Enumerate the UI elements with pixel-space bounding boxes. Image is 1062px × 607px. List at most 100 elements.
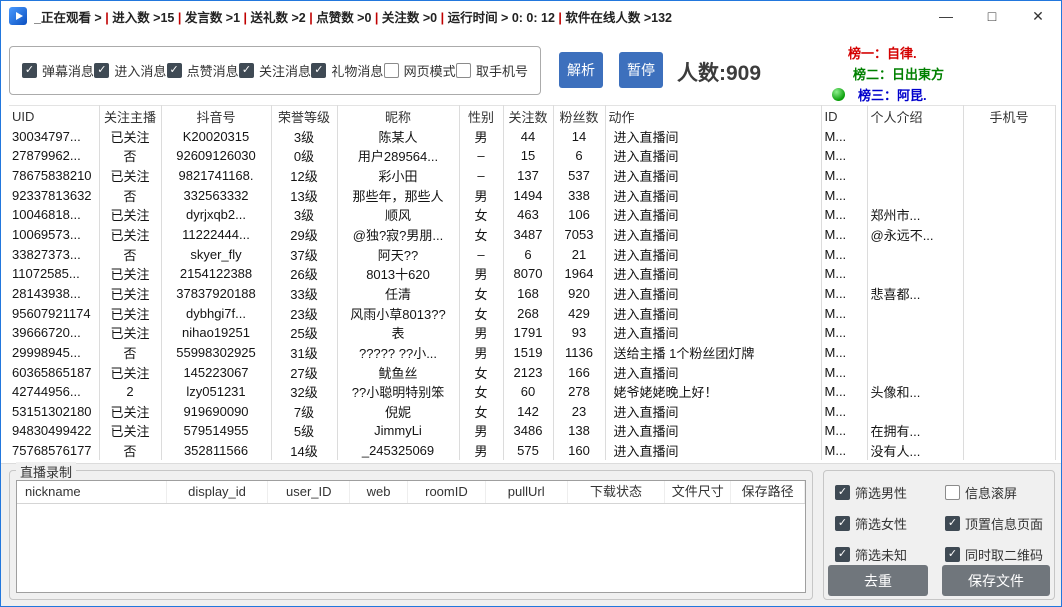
table-row[interactable]: 42744956...2lzy05123132级??小聪明特别笨女60278姥爷…: [9, 382, 1055, 402]
qr-code-checkbox-box[interactable]: ✓: [945, 547, 960, 562]
table-row[interactable]: 27879962...否926091260300级用户289564...–156…: [9, 146, 1055, 166]
table-row[interactable]: 78675838210已关注9821741168.12级彩小田–137537进入…: [9, 166, 1055, 186]
table-cell: 537: [553, 166, 605, 186]
qr-code-checkbox[interactable]: ✓同时取二维码: [945, 545, 1054, 564]
info-scroll-checkbox[interactable]: 信息滚屏: [945, 483, 1054, 502]
web-mode-label: 网页模式: [404, 61, 456, 80]
table-row[interactable]: 75768576177否35281156614级_245325069男57516…: [9, 441, 1055, 461]
table-row[interactable]: 30034797...已关注K200203153级陈某人男4414进入直播间M.…: [9, 127, 1055, 147]
recording-column-header-8[interactable]: 保存路径: [731, 481, 805, 503]
column-header-7[interactable]: 粉丝数: [553, 106, 605, 127]
column-header-0[interactable]: UID: [9, 106, 99, 127]
filter-unknown-label: 筛选未知: [855, 545, 907, 564]
recording-column-header-4[interactable]: roomID: [408, 481, 486, 503]
follow-message-checkbox[interactable]: ✓ 关注消息: [239, 61, 311, 80]
get-phone-label: 取手机号: [476, 61, 528, 80]
recording-column-header-7[interactable]: 文件尺寸: [665, 481, 731, 503]
table-cell: 168: [503, 284, 553, 304]
pin-info-page-label: 顶置信息页面: [965, 514, 1043, 533]
filter-male-label: 筛选男性: [855, 483, 907, 502]
danmu-message-checkbox-box[interactable]: ✓: [22, 63, 37, 78]
column-header-8[interactable]: 动作: [605, 106, 821, 127]
recording-column-header-3[interactable]: web: [350, 481, 408, 503]
enter-message-checkbox[interactable]: ✓进入消息: [94, 61, 166, 80]
table-cell: 3486: [503, 421, 553, 441]
filter-female-checkbox[interactable]: ✓筛选女性: [835, 514, 939, 533]
table-row[interactable]: 94830499422已关注5795149555级JimmyLi男3486138…: [9, 421, 1055, 441]
column-header-4[interactable]: 昵称: [337, 106, 459, 127]
like-message-checkbox-box[interactable]: ✓: [167, 63, 182, 78]
bottom-panel: 直播录制 nicknamedisplay_iduser_IDwebroomIDp…: [1, 463, 1061, 606]
table-row[interactable]: 33827373...否skyer_fly37级阿天??–621进入直播间M..…: [9, 244, 1055, 264]
save-file-button[interactable]: 保存文件: [942, 565, 1050, 596]
column-header-9[interactable]: ID: [821, 106, 867, 127]
table-cell: 2: [99, 382, 161, 402]
table-cell: [963, 343, 1055, 363]
web-mode-checkbox[interactable]: 网页模式: [384, 61, 456, 80]
column-header-10[interactable]: 个人介绍: [867, 106, 963, 127]
table-row[interactable]: 60365865187已关注14522306727级鱿鱼丝女2123166进入直…: [9, 362, 1055, 382]
table-cell: 3级: [271, 205, 337, 225]
info-scroll-checkbox-box[interactable]: [945, 485, 960, 500]
parse-button[interactable]: 解析: [559, 52, 603, 88]
main-table-body: 30034797...已关注K200203153级陈某人男4414进入直播间M.…: [9, 127, 1055, 461]
table-cell: [963, 362, 1055, 382]
get-phone-checkbox[interactable]: 取手机号: [456, 61, 528, 80]
table-cell: 已关注: [99, 401, 161, 421]
recording-column-header-5[interactable]: pullUrl: [486, 481, 568, 503]
enter-message-checkbox-box[interactable]: ✓: [94, 63, 109, 78]
table-row[interactable]: 39666720...已关注nihao1925125级表男179193进入直播间…: [9, 323, 1055, 343]
filter-male-checkbox-box[interactable]: ✓: [835, 485, 850, 500]
table-cell: [963, 264, 1055, 284]
close-button[interactable]: ✕: [1015, 1, 1061, 31]
table-row[interactable]: 28143938...已关注3783792018833级任清女168920进入直…: [9, 284, 1055, 304]
recording-column-header-0[interactable]: nickname: [17, 481, 167, 503]
follow-message-checkbox-box[interactable]: ✓: [239, 63, 254, 78]
minimize-button[interactable]: —: [923, 1, 969, 31]
table-cell: 已关注: [99, 362, 161, 382]
recording-column-header-1[interactable]: display_id: [167, 481, 269, 503]
table-row[interactable]: 53151302180已关注9196900907级倪妮女14223进入直播间M.…: [9, 401, 1055, 421]
get-phone-checkbox-box[interactable]: [456, 63, 471, 78]
dedupe-button[interactable]: 去重: [828, 565, 928, 596]
column-header-1[interactable]: 关注主播: [99, 106, 161, 127]
filter-female-checkbox-box[interactable]: ✓: [835, 516, 850, 531]
column-header-5[interactable]: 性别: [459, 106, 503, 127]
column-header-2[interactable]: 抖音号: [161, 106, 271, 127]
recording-column-header-2[interactable]: user_ID: [268, 481, 350, 503]
rank-1: 榜一：自律.: [848, 43, 1053, 64]
filter-unknown-checkbox[interactable]: ✓ 筛选未知: [835, 545, 939, 564]
filter-unknown-checkbox-box[interactable]: ✓: [835, 547, 850, 562]
table-cell: 已关注: [99, 421, 161, 441]
maximize-button[interactable]: □: [969, 1, 1015, 31]
rank-2: 榜二：日出東方: [848, 64, 1053, 85]
pin-info-page-checkbox[interactable]: ✓ 顶置信息页面: [945, 514, 1054, 533]
like-message-checkbox[interactable]: ✓点赞消息: [167, 61, 239, 80]
column-header-11[interactable]: 手机号: [963, 106, 1055, 127]
pin-info-page-checkbox-box[interactable]: ✓: [945, 516, 960, 531]
table-row[interactable]: 10046818...已关注dyrjxqb2...3级顺风女463106进入直播…: [9, 205, 1055, 225]
table-row[interactable]: 92337813632否33256333213级那些年，那些人男1494338进…: [9, 185, 1055, 205]
danmu-message-checkbox[interactable]: ✓弹幕消息: [22, 61, 94, 80]
window-controls: — □ ✕: [923, 1, 1061, 31]
titlebar: _正在观看 > | 进入数 >15 | 发言数 >1 | 送礼数 >2 | 点赞…: [1, 1, 1061, 31]
viewer-table: UID关注主播抖音号荣誉等级昵称性别关注数粉丝数动作ID个人介绍手机号 3003…: [9, 105, 1056, 460]
table-row[interactable]: 10069573...已关注11222444...29级@独?寂?男朋...女3…: [9, 225, 1055, 245]
column-header-6[interactable]: 关注数: [503, 106, 553, 127]
table-row[interactable]: 11072585...已关注215412238826级8013十620男8070…: [9, 264, 1055, 284]
pause-button[interactable]: 暂停: [619, 52, 663, 88]
web-mode-checkbox-box[interactable]: [384, 63, 399, 78]
filter-male-checkbox[interactable]: ✓ 筛选男性: [835, 483, 939, 502]
message-checkbox-group: ✓弹幕消息✓进入消息✓点赞消息✓关注消息✓礼物消息网页模式取手机号: [9, 46, 541, 95]
gift-message-checkbox-box[interactable]: ✓: [311, 63, 326, 78]
table-cell: 278: [553, 382, 605, 402]
column-header-3[interactable]: 荣誉等级: [271, 106, 337, 127]
table-row[interactable]: 95607921174已关注dybhgi7f...23级风雨小草8013??女2…: [9, 303, 1055, 323]
gift-message-checkbox[interactable]: ✓礼物消息: [311, 61, 383, 80]
table-row[interactable]: 29998945...否5599830292531级????? ??小...男1…: [9, 343, 1055, 363]
follow-message-label: 关注消息: [259, 61, 311, 80]
table-cell: 920: [553, 284, 605, 304]
table-cell: 27879962...: [9, 146, 99, 166]
recording-column-header-6[interactable]: 下载状态: [568, 481, 666, 503]
table-cell: [867, 362, 963, 382]
